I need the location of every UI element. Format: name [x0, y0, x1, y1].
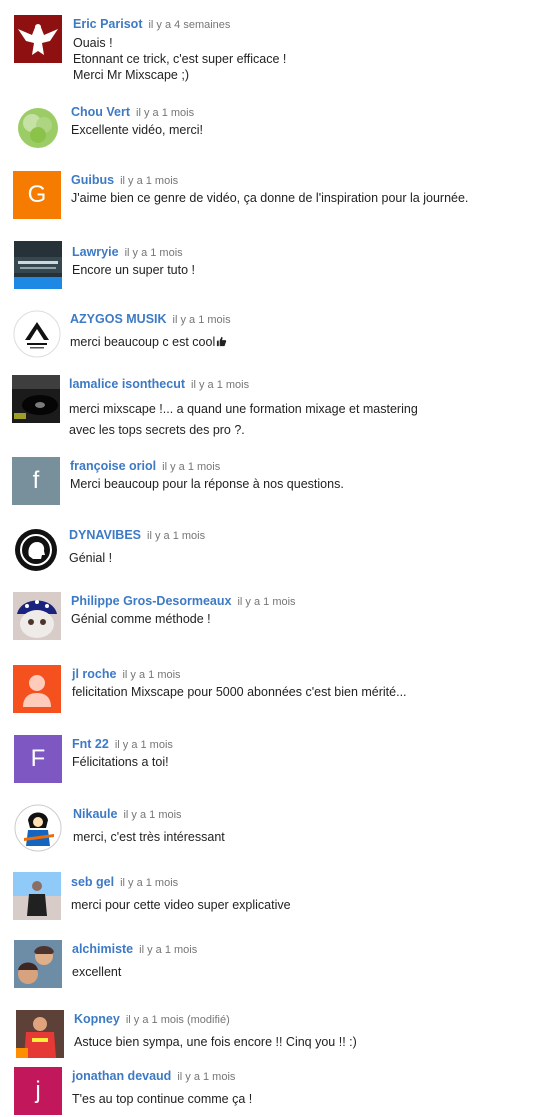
comment-time[interactable]: il y a 4 semaines	[148, 19, 230, 31]
azygos-logo	[13, 310, 61, 358]
author-name[interactable]: seb gel	[71, 875, 114, 889]
comment-text: merci, c'est très intéressant	[73, 830, 225, 844]
comment-text: Encore un super tuto !	[72, 263, 195, 277]
comment-time[interactable]: il y a 1 mois	[162, 461, 220, 473]
beach-photo	[13, 872, 61, 920]
comment-time[interactable]: il y a 1 mois	[125, 247, 183, 259]
comment-text: excellent	[72, 965, 122, 979]
author-name[interactable]: Guibus	[71, 173, 114, 187]
comment-text: Génial !	[69, 551, 113, 565]
comment-text: Merci beaucoup pour la réponse à nos que…	[70, 477, 344, 491]
avatar[interactable]	[13, 665, 61, 713]
comment-time[interactable]: il y a 1 mois	[136, 107, 194, 119]
couple-photo	[14, 940, 62, 988]
avatar[interactable]	[14, 241, 62, 289]
author-name[interactable]: lamalice isonthecut	[69, 377, 185, 391]
author-name[interactable]: Lawryie	[72, 245, 119, 259]
comment-time[interactable]: il y a 1 mois	[139, 944, 197, 956]
avatar[interactable]: G	[13, 171, 61, 219]
cabbage-icon	[14, 103, 62, 151]
avatar[interactable]	[14, 940, 62, 988]
avatar[interactable]	[16, 1010, 64, 1058]
comment-time[interactable]: il y a 1 mois (modifié)	[126, 1014, 230, 1026]
author-name[interactable]: alchimiste	[72, 942, 133, 956]
guitarist-drawing	[14, 804, 62, 852]
cat-photo	[13, 592, 61, 640]
comment-text: Félicitations a toi!	[72, 755, 169, 769]
avatar[interactable]: F	[14, 735, 62, 783]
author-name[interactable]: jonathan devaud	[72, 1069, 171, 1083]
comment-text: Astuce bien sympa, une fois encore !! Ci…	[74, 1035, 357, 1049]
comment-text: merci mixscape !... a quand une formatio…	[69, 402, 418, 437]
team-photo	[16, 1010, 64, 1058]
comment-text: felicitation Mixscape pour 5000 abonnées…	[72, 685, 407, 699]
turntable-photo	[12, 375, 60, 423]
author-name[interactable]: Chou Vert	[71, 105, 130, 119]
comment-time[interactable]: il y a 1 mois	[115, 739, 173, 751]
comment-time[interactable]: il y a 1 mois	[122, 669, 180, 681]
default-user-icon	[13, 665, 61, 713]
author-name[interactable]: jl roche	[72, 667, 116, 681]
avatar[interactable]: f	[12, 457, 60, 505]
avatar[interactable]	[14, 103, 62, 151]
author-name[interactable]: françoise oriol	[70, 459, 156, 473]
comment-time[interactable]: il y a 1 mois	[123, 809, 181, 821]
comment-text: merci pour cette video super explicative	[71, 898, 291, 912]
comment-text: J'aime bien ce genre de vidéo, ça donne …	[71, 191, 469, 205]
author-name[interactable]: Nikaule	[73, 807, 117, 821]
author-name[interactable]: Philippe Gros-Desormeaux	[71, 594, 231, 608]
avatar[interactable]	[14, 804, 62, 852]
comment-text: Ouais ! Etonnant ce trick, c'est super e…	[73, 36, 287, 82]
comment-text: merci beaucoup c est cool	[70, 334, 227, 351]
comment-text: T'es au top continue comme ça !	[72, 1092, 253, 1106]
avatar[interactable]	[13, 592, 61, 640]
comment-time[interactable]: il y a 1 mois	[173, 314, 231, 326]
author-name[interactable]: Kopney	[74, 1012, 120, 1026]
eagle-icon	[14, 15, 62, 63]
comment-text: Génial comme méthode !	[71, 612, 211, 626]
author-name[interactable]: AZYGOS MUSIK	[70, 312, 167, 326]
avatar[interactable]	[12, 375, 60, 423]
comment-time[interactable]: il y a 1 mois	[237, 596, 295, 608]
avatar[interactable]	[13, 872, 61, 920]
author-name[interactable]: DYNAVIBES	[69, 528, 141, 542]
comment-time[interactable]: il y a 1 mois	[120, 877, 178, 889]
photo-avatar	[14, 241, 62, 289]
avatar[interactable]	[13, 310, 61, 358]
comment-time[interactable]: il y a 1 mois	[177, 1071, 235, 1083]
thumbs-up-icon	[216, 335, 227, 351]
avatar[interactable]: j	[14, 1067, 62, 1115]
author-name[interactable]: Eric Parisot	[73, 17, 142, 31]
comment-time[interactable]: il y a 1 mois	[191, 379, 249, 391]
avatar[interactable]	[12, 526, 60, 574]
avatar[interactable]	[14, 15, 62, 63]
comment-time[interactable]: il y a 1 mois	[120, 175, 178, 187]
comment-time[interactable]: il y a 1 mois	[147, 530, 205, 542]
author-name[interactable]: Fnt 22	[72, 737, 109, 751]
dynavibes-logo	[12, 526, 60, 574]
comment-text: Excellente vidéo, merci!	[71, 123, 204, 137]
